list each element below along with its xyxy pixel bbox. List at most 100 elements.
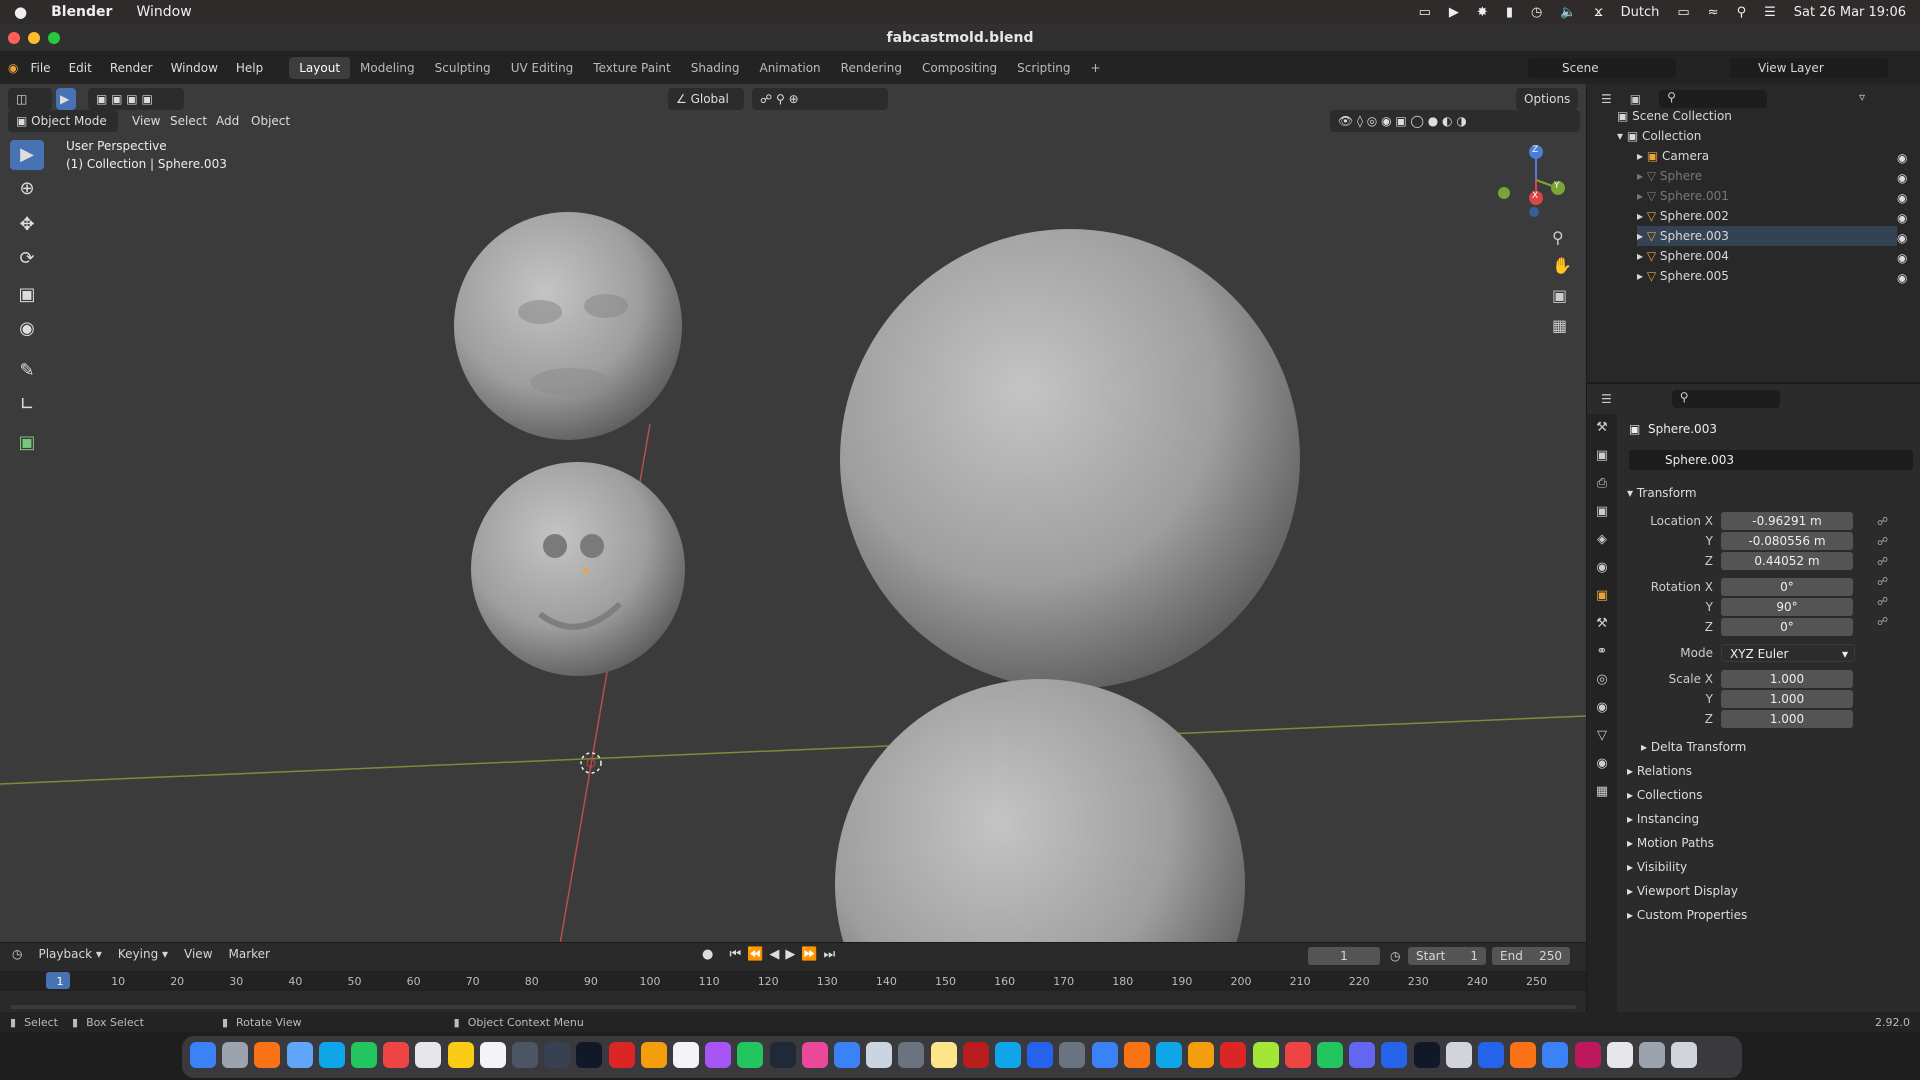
navigation-gizmo[interactable]: Z Y X [1496,140,1576,220]
dock-app-icon[interactable] [640,1042,667,1068]
cursor-tool-icon[interactable]: ⊕ [10,174,44,204]
panel-visibility[interactable]: ▸ Visibility [1627,860,1687,874]
add-workspace-icon[interactable]: + [1081,57,1111,79]
clock-icon[interactable]: ◷ [1531,5,1542,20]
properties-editor-icon[interactable]: ☰ [1601,392,1612,406]
dock-app-icon[interactable] [286,1042,313,1068]
location-z-field[interactable]: 0.44052 m [1721,552,1853,570]
dock-app-icon[interactable] [898,1042,925,1068]
dock-app-icon[interactable] [383,1042,410,1068]
dock-app-icon[interactable] [1252,1042,1279,1068]
dock-app-icon[interactable] [1574,1042,1601,1068]
ortho-grid-icon[interactable]: ▦ [1552,316,1567,335]
close-window-button[interactable] [8,32,20,44]
scale-x-field[interactable]: 1.000 [1721,670,1853,688]
editor-type-icon[interactable]: ◫ [8,88,52,110]
tab-layout[interactable]: Layout [289,57,351,79]
mode-selector[interactable]: ▣ Object Mode ▾ [8,110,118,150]
dock-app-icon[interactable] [737,1042,764,1068]
panel-custom-properties[interactable]: ▸ Custom Properties [1627,908,1747,922]
outliner-item-sphere-002[interactable]: ▸ ▽ Sphere.002 [1637,206,1729,226]
move-tool-icon[interactable]: ✥ [10,210,44,240]
tab-uv-editing[interactable]: UV Editing [501,57,584,79]
menu-render[interactable]: Render [110,61,153,75]
tab-scripting[interactable]: Scripting [1007,57,1080,79]
measure-tool-icon[interactable]: ∟ [10,390,44,420]
dock-app-icon[interactable] [318,1042,345,1068]
camera-view-icon[interactable]: ▣ [1552,286,1567,305]
dock-app-icon[interactable] [1478,1042,1504,1068]
dock-app-icon[interactable] [866,1042,893,1068]
dock-app-icon[interactable] [190,1042,216,1068]
menu-add[interactable]: Add [216,114,239,128]
dock-app-icon[interactable] [673,1042,699,1068]
tab-animation[interactable]: Animation [749,57,830,79]
outliner-item-sphere-004[interactable]: ▸ ▽ Sphere.004 [1637,246,1729,266]
search-icon[interactable]: ⚲ [1737,5,1747,20]
dock-app-icon[interactable] [544,1042,571,1068]
panel-collections[interactable]: ▸ Collections [1627,788,1702,802]
scene-collection-row[interactable]: ▣ Scene Collection [1617,106,1732,126]
outliner-editor-icon[interactable]: ☰ [1601,92,1612,106]
menu-select[interactable]: Select [170,114,207,128]
wifi-icon[interactable]: ≈ [1708,5,1719,20]
properties-tabs[interactable]: ⚒ ▣ ⎙ ▣ ◈ ◉ ▣ ⚒ ⚭ ◎ ◉ ▽ ◉ ▦ [1587,414,1617,1014]
select-box-tool-icon[interactable]: ▶ [10,140,44,170]
timeline-editor-icon[interactable]: ◷ [12,947,22,961]
annotate-tool-icon[interactable]: ✎ [10,356,44,386]
menu-window[interactable]: Window [171,61,218,75]
outliner-item-camera[interactable]: ▸ ▣ Camera [1637,146,1709,166]
rotation-z-field[interactable]: 0° [1721,618,1853,636]
view-layer-selector[interactable]: View Layer [1730,58,1888,78]
scale-y-field[interactable]: 1.000 [1721,690,1853,708]
delta-transform-header[interactable]: ▸ Delta Transform [1641,740,1746,754]
transform-orientation[interactable]: ∠ Global [668,88,744,110]
outliner-item-sphere-001[interactable]: ▸ ▽ Sphere.001 [1637,186,1729,206]
dock-app-icon[interactable] [1639,1042,1665,1068]
dock-app-icon[interactable] [608,1042,635,1068]
add-cube-tool-icon[interactable]: ▣ [10,428,44,458]
apple-menu-icon[interactable]: ● [14,3,27,21]
scale-z-field[interactable]: 1.000 [1721,710,1853,728]
shading-toolbar[interactable]: 👁 ◊ ◎ ◉ ▣ ◯ ● ◐ ◑ [1330,110,1580,132]
dock-app-icon[interactable] [769,1042,796,1068]
screen-icon[interactable]: ▭ [1419,5,1431,20]
transform-tool-icon[interactable]: ◉ [10,314,44,344]
dock-app-icon[interactable] [479,1042,506,1068]
dock-app-icon[interactable] [1188,1042,1215,1068]
panel-relations[interactable]: ▸ Relations [1627,764,1692,778]
menu-edit[interactable]: Edit [69,61,92,75]
menu-marker[interactable]: Marker [229,947,270,961]
playback-controls[interactable]: ● ⏮⏪◀▶⏩⏭ [702,947,841,962]
visibility-eye-icons[interactable]: ◉ ◉ ◉ ◉ ◉ ◉ ◉ [1897,148,1907,288]
dock-app-icon[interactable] [415,1042,442,1068]
location-y-field[interactable]: -0.080556 m [1721,532,1853,550]
dock-app-icon[interactable] [1510,1042,1537,1068]
lock-icons[interactable]: ☍ ☍ ☍ ☍ ☍ ☍ [1877,512,1888,632]
dock-app-icon[interactable] [1413,1042,1440,1068]
battery-icon[interactable]: ▮ [1506,5,1513,20]
dock-app-icon[interactable] [1059,1042,1086,1068]
dock-app-icon[interactable] [962,1042,989,1068]
options-dropdown[interactable]: Options ▾ [1516,88,1578,128]
dock-app-icon[interactable] [222,1042,249,1068]
menu-help[interactable]: Help [236,61,263,75]
panel-viewport-display[interactable]: ▸ Viewport Display [1627,884,1738,898]
transform-panel-header[interactable]: ▾ Transform [1627,486,1697,500]
object-name-field[interactable]: Sphere.003 [1629,450,1913,470]
dock-app-icon[interactable] [1091,1042,1118,1068]
tab-compositing[interactable]: Compositing [912,57,1007,79]
dock-app-icon[interactable] [1123,1042,1150,1068]
maximize-window-button[interactable] [48,32,60,44]
rotate-tool-icon[interactable]: ⟳ [10,244,44,274]
rotation-y-field[interactable]: 90° [1721,598,1853,616]
outliner-item-sphere-003[interactable]: ▸ ▽ Sphere.003 [1637,226,1897,246]
dock-app-icon[interactable] [1317,1042,1343,1068]
outliner-item-sphere-005[interactable]: ▸ ▽ Sphere.005 [1637,266,1729,286]
end-frame-field[interactable]: End 250 [1492,947,1570,965]
dock-app-icon[interactable] [1284,1042,1311,1068]
3d-viewport[interactable]: ◫ ▶ ▣ ▣ ▣ ▣ ∠ Global ☍ ⚲ ⊕ Options ▾ ▣ O… [0,84,1586,942]
bluetooth-icon[interactable]: ϫ [1595,5,1603,20]
dock-app-icon[interactable] [705,1042,732,1068]
selection-modes-icon[interactable]: ▣ ▣ ▣ ▣ [88,88,184,110]
